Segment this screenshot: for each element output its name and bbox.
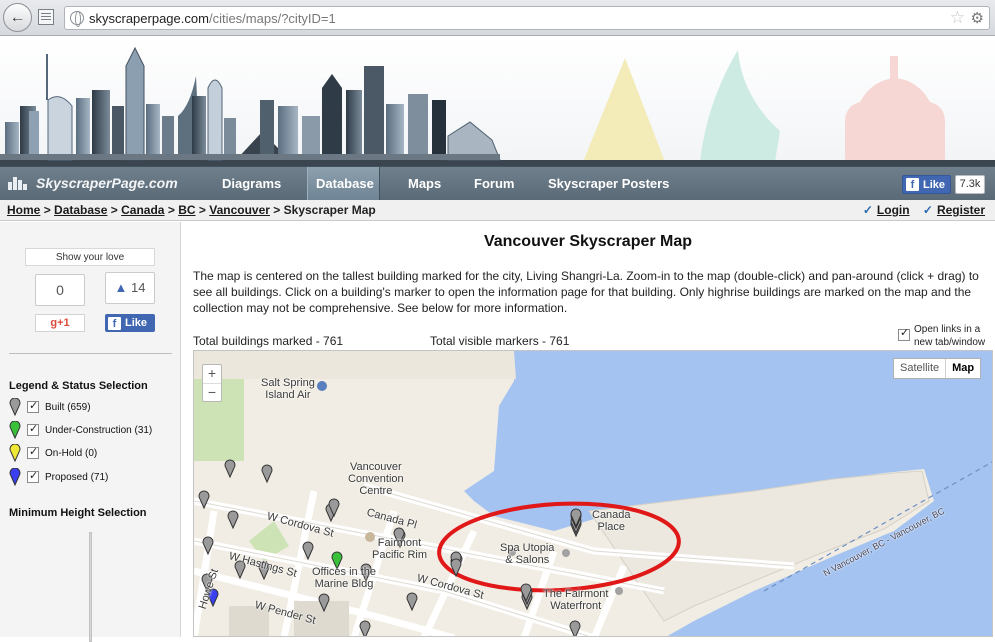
under-construction-checkbox[interactable] — [27, 422, 39, 436]
breadcrumb-separator: > — [167, 203, 175, 217]
map-label-salt-spring: Salt Spring Island Air — [261, 377, 315, 401]
facebook-like-label: Like — [923, 178, 946, 191]
back-button[interactable]: ← — [3, 3, 32, 32]
skyline-illustration — [0, 36, 995, 166]
sidebar-divider — [9, 353, 172, 354]
blue-marker-icon — [9, 468, 21, 486]
map-label-spa-utopia: Spa Utopia & Salons — [500, 542, 555, 566]
legend-label-proposed: Proposed (71) — [45, 471, 109, 483]
breadcrumb-bc[interactable]: BC — [178, 203, 195, 217]
breadcrumb-bar: Home > Database > Canada > BC > Vancouve… — [0, 200, 995, 221]
zoom-control: + − — [202, 364, 222, 402]
url-domain: skyscraperpage.com — [89, 11, 209, 26]
breadcrumb-separator: > — [198, 203, 206, 217]
satellite-button[interactable]: Satellite — [894, 359, 945, 378]
browser-toolbar: ← skyscraperpage.com/cities/maps/?cityID… — [0, 0, 995, 36]
thumbs-up-icon: ▲ — [114, 280, 128, 295]
logo-mark-icon — [8, 176, 32, 190]
checkmark-icon: ✓ — [862, 203, 873, 217]
built-checkbox[interactable] — [27, 399, 39, 413]
breadcrumb-home[interactable]: Home — [7, 203, 40, 217]
skyline-banner — [0, 36, 995, 166]
breadcrumb-separator: > — [43, 203, 51, 217]
register-link[interactable]: Register — [937, 203, 985, 217]
map-button[interactable]: Map — [945, 359, 980, 378]
intro-text: The map is centered on the tallest build… — [193, 269, 979, 315]
map-label-marine-bldg: Offices in the Marine Bldg — [312, 566, 376, 590]
total-marked: Total buildings marked - 761 — [193, 334, 344, 348]
facebook-side-like-label: Like — [125, 317, 148, 329]
map-label-fairmont-waterfront: The Fairmont Waterfront — [543, 588, 609, 612]
breadcrumb-current: Skyscraper Map — [283, 203, 376, 217]
map-label-fairmont-pacific-rim: Fairmont Pacific Rim — [372, 537, 428, 561]
breadcrumb-separator: > — [110, 203, 118, 217]
facebook-like-count: 7.3k — [955, 175, 985, 194]
main-nav: SkyscraperPage.com Diagrams Database Map… — [0, 166, 995, 200]
legend-row-proposed[interactable]: Proposed (71) — [9, 468, 108, 486]
url-path: /cities/maps/?cityID=1 — [208, 11, 336, 26]
on-hold-checkbox[interactable] — [27, 445, 39, 459]
proposed-checkbox[interactable] — [27, 469, 39, 483]
breadcrumb-vancouver[interactable]: Vancouver — [209, 203, 270, 217]
facebook-side-like-button[interactable]: f Like — [105, 314, 155, 332]
gplus-count: 0 — [35, 274, 85, 306]
breadcrumb-canada[interactable]: Canada — [121, 203, 164, 217]
checkmark-icon: ✓ — [922, 203, 933, 217]
site-logo[interactable]: SkyscraperPage.com — [8, 175, 178, 191]
back-arrow-icon: ← — [9, 8, 26, 26]
legend-label-built: Built (659) — [45, 401, 91, 413]
nav-posters[interactable]: Skyscraper Posters — [540, 167, 677, 200]
zoom-in-button[interactable]: + — [203, 365, 221, 383]
legend-heading: Legend & Status Selection — [9, 380, 148, 392]
login-link[interactable]: Login — [877, 203, 910, 217]
breadcrumb-separator: > — [273, 203, 281, 217]
menu-icon[interactable]: ⚙ — [971, 9, 984, 27]
bookmark-star-icon[interactable]: ☆ — [950, 8, 965, 28]
yellow-marker-icon — [9, 444, 21, 462]
skyscraper-map[interactable]: + − Satellite Map Salt Spring Island Air… — [193, 350, 993, 637]
nav-maps[interactable]: Maps — [400, 167, 449, 200]
facebook-side-count-value: 14 — [131, 280, 146, 295]
nav-database[interactable]: Database — [307, 167, 380, 200]
zoom-out-button[interactable]: − — [203, 383, 221, 401]
url-text: skyscraperpage.com/cities/maps/?cityID=1 — [89, 11, 336, 26]
map-type-control: Satellite Map — [893, 358, 982, 379]
gray-marker-icon — [9, 398, 21, 416]
legend-label-on-hold: On-Hold (0) — [45, 447, 98, 459]
show-love-label: Show your love — [25, 248, 155, 266]
total-visible: Total visible markers - 761 — [430, 334, 570, 348]
gplus-button[interactable]: g+1 — [35, 314, 85, 332]
facebook-like-button[interactable]: f Like — [902, 175, 951, 194]
breadcrumb-database[interactable]: Database — [54, 203, 107, 217]
open-links-checkbox[interactable] — [898, 327, 910, 341]
legend-label-under-construction: Under-Construction (31) — [45, 424, 153, 436]
facebook-side-count: ▲ 14 — [105, 272, 155, 304]
legend-row-on-hold[interactable]: On-Hold (0) — [9, 444, 97, 462]
left-sidebar: Show your love 0 ▲ 14 g+1 f Like Legend … — [0, 222, 181, 642]
gplus-label: +1 — [57, 317, 70, 329]
height-slider[interactable] — [89, 532, 92, 642]
page-title: Vancouver Skyscraper Map — [483, 233, 693, 250]
open-links-option[interactable]: Open links in a new tab/window — [898, 323, 993, 349]
height-heading: Minimum Height Selection — [9, 507, 147, 519]
account-links: ✓ Login ✓ Register — [863, 203, 985, 217]
facebook-icon: f — [906, 178, 919, 191]
map-label-canada-place: Canada Place — [592, 509, 631, 533]
map-label-convention-centre: Vancouver Convention Centre — [348, 461, 404, 497]
nav-forum[interactable]: Forum — [466, 167, 522, 200]
legend-row-under-construction[interactable]: Under-Construction (31) — [9, 421, 152, 439]
legend-row-built[interactable]: Built (659) — [9, 398, 91, 416]
green-marker-icon — [9, 421, 21, 439]
address-bar[interactable]: skyscraperpage.com/cities/maps/?cityID=1… — [64, 6, 990, 30]
facebook-icon: f — [108, 316, 121, 330]
breadcrumb: Home > Database > Canada > BC > Vancouve… — [7, 203, 376, 217]
logo-text: SkyscraperPage.com — [36, 175, 178, 191]
nav-diagrams[interactable]: Diagrams — [214, 167, 289, 200]
globe-icon — [70, 11, 84, 27]
open-links-label: Open links in a new tab/window — [914, 324, 986, 348]
page-icon — [38, 9, 54, 25]
